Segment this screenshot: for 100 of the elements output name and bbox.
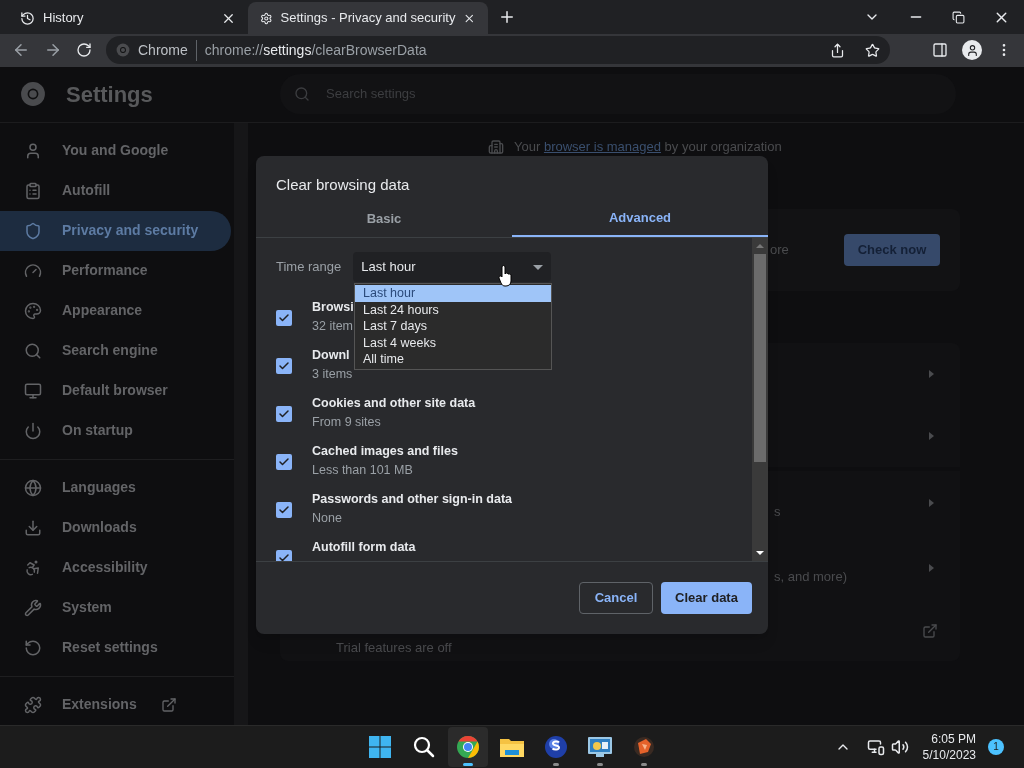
item-title: Cached images and files <box>312 443 458 460</box>
external-link-icon <box>160 696 177 713</box>
external-link-icon <box>922 622 938 639</box>
sidebar-scrollbar[interactable] <box>234 122 248 725</box>
cancel-button[interactable]: Cancel <box>579 582 653 614</box>
address-bar[interactable]: Chrome chrome://settings/clearBrowserData <box>106 36 890 65</box>
bird-app-icon <box>632 734 656 759</box>
sidebar-item[interactable]: Privacy and security <box>0 210 231 251</box>
active-indicator <box>463 762 473 766</box>
chrome-logo-icon <box>20 81 46 108</box>
checkbox[interactable] <box>276 406 292 422</box>
sidebar-item[interactable]: Accessibility <box>0 547 231 588</box>
checkbox[interactable] <box>276 310 292 326</box>
tab-title: Settings - Privacy and security <box>280 9 456 28</box>
dropdown-arrow-icon <box>533 264 544 270</box>
s-letter-icon <box>544 734 568 759</box>
managed-notice: Your browser is managed by your organization <box>514 137 782 156</box>
sidebar-item[interactable]: Performance <box>0 250 231 291</box>
network-icon[interactable] <box>866 737 885 756</box>
item-detail: None <box>312 510 343 527</box>
notification-badge[interactable]: 1 <box>988 738 1004 755</box>
checkmark-icon <box>278 552 290 561</box>
search-icon <box>294 86 310 103</box>
dropdown-option[interactable]: Last 4 weeks <box>355 334 551 351</box>
clock-date: 5/10/2023 <box>922 746 976 763</box>
profile-icon[interactable] <box>962 40 982 61</box>
sidebar-item[interactable]: Extensions <box>0 684 231 725</box>
checkbox[interactable] <box>276 454 292 470</box>
gauge-icon <box>24 261 42 280</box>
globe-icon <box>24 478 42 497</box>
time-range-label: Time range <box>276 258 342 277</box>
reset-icon <box>24 638 42 657</box>
time-range-select[interactable]: Last hour <box>353 252 552 282</box>
restore-icon[interactable] <box>952 10 965 24</box>
monitor-icon <box>24 381 42 400</box>
checkmark-icon <box>278 408 290 420</box>
site-logo-icon <box>116 43 130 58</box>
managed-link[interactable]: browser is managed <box>543 138 661 154</box>
dialog-title: Clear browsing data <box>275 175 411 195</box>
running-indicator <box>597 762 603 766</box>
power-icon <box>24 421 42 440</box>
bookmark-star-icon[interactable] <box>865 42 880 58</box>
item-detail: 3 items <box>312 366 353 383</box>
browser-tab[interactable]: History <box>8 2 248 34</box>
volume-icon[interactable] <box>890 737 909 756</box>
search-icon <box>24 341 42 360</box>
item-detail: From 9 sites <box>312 414 382 431</box>
sidebar-item[interactable]: You and Google <box>0 130 231 171</box>
sidebar-item[interactable]: Autofill <box>0 170 231 211</box>
dropdown-option[interactable]: Last 7 days <box>355 318 551 335</box>
checkmark-icon <box>278 504 290 516</box>
card-text: ore <box>770 240 789 259</box>
trial-text: Trial features are off <box>336 638 452 657</box>
dropdown-option[interactable]: Last 24 hours <box>355 301 551 318</box>
sidebar-item[interactable]: Languages <box>0 467 231 508</box>
accessibility-icon <box>24 558 42 577</box>
url-text: chrome://settings/clearBrowserData <box>204 40 428 60</box>
clock-time: 6:05 PM <box>931 730 976 747</box>
dropdown-option[interactable]: All time <box>355 351 551 368</box>
gear-icon <box>260 10 273 26</box>
checkbox[interactable] <box>276 358 292 374</box>
chevron-icon <box>929 431 934 440</box>
sidebar-item[interactable]: Default browser <box>0 370 231 411</box>
palette-icon <box>24 301 42 320</box>
sidebar-item[interactable]: On startup <box>0 410 231 451</box>
search-icon <box>412 734 436 759</box>
share-icon[interactable] <box>830 42 845 58</box>
dialog-scrollbar[interactable] <box>752 238 768 561</box>
sidebar-item[interactable]: System <box>0 587 231 628</box>
browser-tab[interactable]: Settings - Privacy and security <box>248 2 488 34</box>
tab-title: History <box>43 9 85 28</box>
puzzle-icon <box>24 695 42 714</box>
item-title: Cookies and other site data <box>312 395 476 412</box>
site-label: Chrome <box>138 39 197 61</box>
sidebar-item[interactable]: Reset settings <box>0 627 231 668</box>
item-detail: 32 item <box>312 318 354 335</box>
sidebar-item[interactable]: Search engine <box>0 330 231 371</box>
item-title: Passwords and other sign-in data <box>312 491 513 508</box>
checkmark-icon <box>278 456 290 468</box>
sidebar-item[interactable]: Downloads <box>0 507 231 548</box>
dialog-tab[interactable]: Advanced <box>512 200 768 237</box>
dropdown-option[interactable]: Last hour <box>355 285 551 302</box>
reload-icon[interactable] <box>76 42 92 59</box>
wrench-icon <box>24 598 42 617</box>
dialog-tab[interactable]: Basic <box>256 200 512 237</box>
checkbox[interactable] <box>276 502 292 518</box>
side-panel-icon[interactable] <box>932 42 948 59</box>
windows-start-icon <box>368 734 392 759</box>
taskbar-app-button[interactable] <box>448 726 488 767</box>
running-indicator <box>553 762 559 766</box>
item-detail: Less than 101 MB <box>312 462 414 479</box>
settings-title: Settings <box>66 80 153 109</box>
scroll-thumb[interactable] <box>754 254 766 462</box>
clear-data-button[interactable]: Clear data <box>661 582 752 614</box>
monitor-app-icon <box>587 735 613 758</box>
chrome-logo-icon <box>456 734 480 759</box>
sidebar-item[interactable]: Appearance <box>0 290 231 331</box>
new-tab-icon[interactable] <box>498 8 516 26</box>
shield-icon <box>24 221 42 240</box>
clipboard-icon <box>24 181 42 200</box>
